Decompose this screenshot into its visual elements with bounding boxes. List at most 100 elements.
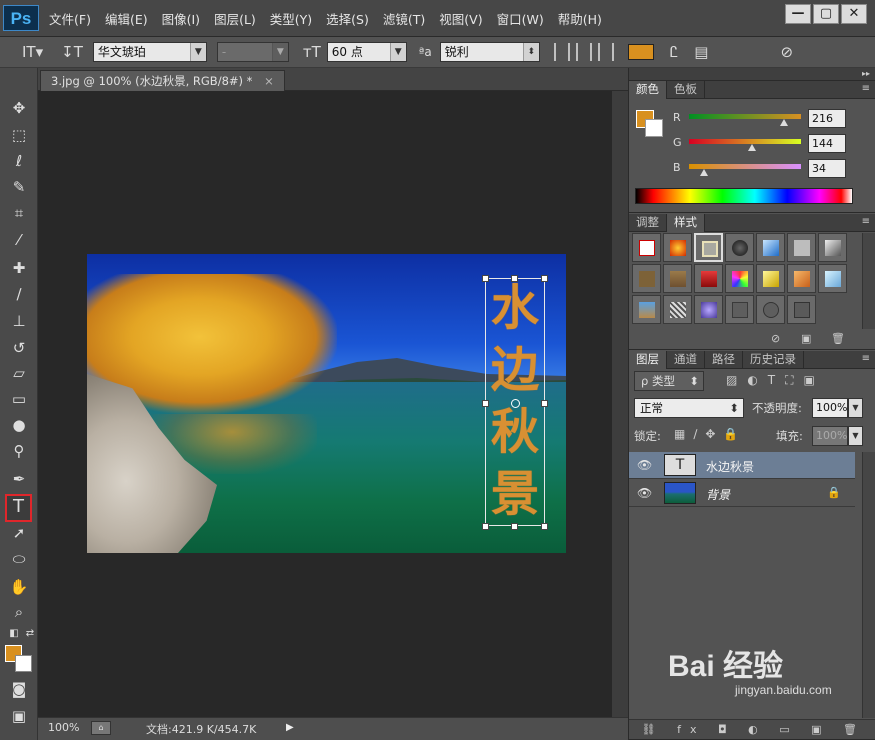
document-tab[interactable]: 3.jpg @ 100% (水边秋景, RGB/8#) * × — [40, 70, 285, 91]
color-spectrum-ramp[interactable] — [635, 188, 853, 204]
lasso-tool-icon[interactable]: ℓ — [9, 151, 29, 171]
tab-adjustments[interactable]: 调整 — [629, 214, 667, 232]
swap-colors-icon[interactable]: ⇄ — [20, 624, 40, 644]
transform-handle[interactable] — [482, 523, 489, 530]
quick-mask-icon[interactable]: ◙ — [9, 679, 29, 699]
opacity-dropdown-icon[interactable]: ▼ — [848, 398, 863, 418]
red-thumb[interactable] — [779, 119, 788, 126]
history-brush-tool-icon[interactable]: ↺ — [9, 338, 29, 358]
eraser-tool-icon[interactable]: ▱ — [9, 363, 29, 383]
menu-select[interactable]: 选择(S) — [326, 9, 369, 28]
fill-field[interactable]: 100% — [812, 426, 848, 446]
menu-filter[interactable]: 滤镜(T) — [383, 9, 425, 28]
transform-handle[interactable] — [541, 400, 548, 407]
marquee-tool-icon[interactable]: ⬚ — [9, 125, 29, 145]
blue-slider[interactable]: B 34 — [673, 159, 873, 179]
style-swatch[interactable] — [725, 264, 754, 293]
green-slider[interactable]: G 144 — [673, 134, 873, 154]
style-swatch[interactable] — [663, 233, 692, 262]
tab-layers[interactable]: 图层 — [629, 351, 667, 369]
style-swatch[interactable] — [663, 295, 692, 324]
menu-image[interactable]: 图像(I) — [162, 9, 200, 28]
collapse-dock-icon[interactable]: ▸▸ — [629, 68, 875, 81]
proof-icon[interactable]: ⌂ — [91, 721, 111, 735]
layer-row-text[interactable]: 👁 T 水边秋景 — [629, 452, 855, 479]
minimize-button[interactable]: — — [785, 4, 811, 24]
style-swatch[interactable] — [694, 295, 723, 324]
layer-name[interactable]: 水边秋景 — [706, 458, 754, 475]
layer-row-background[interactable]: 👁 背景 🔒 — [629, 480, 855, 507]
style-swatch[interactable] — [632, 264, 661, 293]
tab-paths[interactable]: 路径 — [705, 351, 743, 369]
text-orientation-toggle-icon[interactable]: ↧T — [61, 43, 83, 61]
delete-style-icon[interactable]: 🗑 — [831, 332, 845, 345]
transform-handle[interactable] — [511, 275, 518, 282]
font-family-select[interactable]: 华文琥珀 ▼ — [92, 42, 207, 62]
layers-scrollbar[interactable] — [862, 452, 875, 718]
style-swatch[interactable] — [818, 264, 847, 293]
close-tab-icon[interactable]: × — [264, 74, 274, 88]
transform-handle[interactable] — [482, 400, 489, 407]
align-right-icon[interactable] — [597, 43, 614, 61]
green-thumb[interactable] — [748, 144, 757, 151]
healing-brush-tool-icon[interactable]: ✚ — [9, 258, 29, 278]
eye-icon[interactable]: 👁 — [637, 486, 652, 500]
status-menu-arrow-icon[interactable]: ▶ — [286, 722, 294, 733]
fill-dropdown-icon[interactable]: ▼ — [848, 426, 863, 446]
style-swatch[interactable] — [632, 295, 661, 324]
layer-name[interactable]: 背景 — [706, 486, 730, 503]
zoom-tool-icon[interactable]: ⌕ — [9, 602, 29, 622]
opacity-field[interactable]: 100% — [812, 398, 848, 418]
font-style-select[interactable]: - ▼ — [216, 42, 289, 62]
style-swatch[interactable] — [725, 295, 754, 324]
font-size-select[interactable]: 60 点 ▼ — [326, 42, 407, 62]
panel-menu-icon[interactable]: ≡ — [862, 216, 870, 227]
menu-layer[interactable]: 图层(L) — [214, 9, 256, 28]
move-tool-icon[interactable]: ✥ — [9, 98, 29, 118]
align-left-icon[interactable] — [553, 43, 570, 61]
style-swatch[interactable] — [787, 264, 816, 293]
style-swatch[interactable] — [756, 295, 785, 324]
clear-style-icon[interactable]: ⊘ — [771, 332, 780, 345]
style-swatch[interactable] — [818, 233, 847, 262]
blend-mode-select[interactable]: 正常 ⬍ — [634, 398, 744, 418]
red-value[interactable]: 216 — [808, 109, 846, 128]
ellipse-tool-icon[interactable]: ⬭ — [9, 549, 29, 569]
style-swatch[interactable] — [694, 233, 723, 262]
horizontal-type-tool-icon[interactable]: T — [5, 494, 32, 522]
zoom-level[interactable]: 100% — [48, 721, 88, 734]
transform-handle[interactable] — [541, 275, 548, 282]
style-swatch[interactable] — [756, 233, 785, 262]
style-swatch[interactable] — [663, 264, 692, 293]
styles-scrollbar[interactable] — [862, 233, 875, 329]
dodge-tool-icon[interactable]: ⚲ — [9, 441, 29, 461]
transform-center-icon[interactable] — [511, 399, 520, 408]
maximize-button[interactable]: ▢ — [813, 4, 839, 24]
canvas-vertical-scrollbar[interactable] — [612, 91, 628, 717]
path-selection-tool-icon[interactable]: ➚ — [9, 523, 29, 543]
warp-text-icon[interactable]: Ꮭ — [670, 43, 678, 61]
panel-menu-icon[interactable]: ≡ — [862, 83, 870, 94]
green-value[interactable]: 144 — [808, 134, 846, 153]
menu-view[interactable]: 视图(V) — [439, 9, 482, 28]
tab-channels[interactable]: 通道 — [667, 351, 705, 369]
style-swatch[interactable] — [787, 233, 816, 262]
style-swatch[interactable] — [725, 233, 754, 262]
blur-tool-icon[interactable]: ● — [9, 415, 29, 435]
cancel-icon[interactable]: ⊘ — [780, 43, 793, 61]
crop-tool-icon[interactable]: ⌗ — [9, 203, 29, 223]
menu-window[interactable]: 窗口(W) — [497, 9, 544, 28]
transform-handle[interactable] — [541, 523, 548, 530]
tab-styles[interactable]: 样式 — [667, 214, 705, 232]
transform-handle[interactable] — [482, 275, 489, 282]
blue-thumb[interactable] — [699, 169, 708, 176]
red-slider[interactable]: R 216 — [673, 109, 873, 129]
style-swatch[interactable] — [756, 264, 785, 293]
green-track[interactable] — [689, 139, 801, 144]
menu-file[interactable]: 文件(F) — [49, 9, 91, 28]
tab-swatches[interactable]: 色板 — [667, 81, 705, 99]
hand-tool-icon[interactable]: ✋ — [9, 577, 29, 597]
gradient-tool-icon[interactable]: ▭ — [9, 389, 29, 409]
layer-filter-icons[interactable]: ▨◐T⛶▣ — [726, 373, 825, 388]
new-style-icon[interactable]: ▣ — [801, 332, 811, 345]
